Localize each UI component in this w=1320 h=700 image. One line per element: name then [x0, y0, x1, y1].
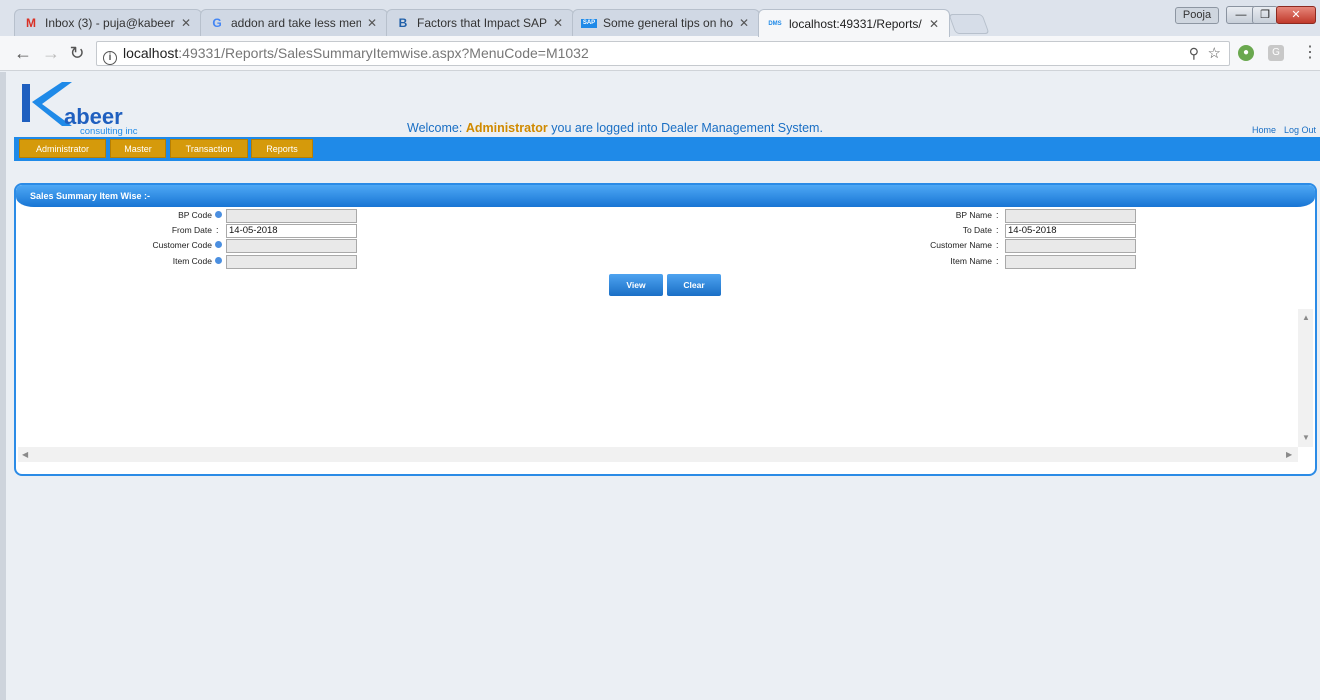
- close-icon[interactable]: ✕: [179, 16, 193, 30]
- menu-item-transaction[interactable]: Transaction: [170, 139, 248, 158]
- horizontal-scrollbar[interactable]: ◀ ▶: [18, 447, 1298, 462]
- welcome-suffix: you are logged into Dealer Management Sy…: [551, 121, 823, 135]
- close-icon[interactable]: ✕: [365, 16, 379, 30]
- view-button[interactable]: View: [609, 274, 663, 296]
- sales-summary-panel: Sales Summary Item Wise :- BP Code From …: [14, 183, 1317, 476]
- item-name-label: Item Name: [950, 256, 992, 266]
- menu-item-reports[interactable]: Reports: [251, 139, 313, 158]
- url-host: localhost: [123, 45, 179, 61]
- back-arrow-icon[interactable]: ←: [12, 42, 34, 64]
- colon: :: [216, 225, 219, 235]
- item-name-field[interactable]: [1005, 255, 1136, 269]
- tab-title: Factors that Impact SAP B: [417, 16, 547, 30]
- clear-button[interactable]: Clear: [667, 274, 721, 296]
- address-bar[interactable]: i localhost:49331/Reports/SalesSummaryIte…: [96, 41, 1230, 66]
- browser-tab-inbox[interactable]: M Inbox (3) - puja@kabeerc ✕: [14, 9, 202, 36]
- browser-tab-localhost[interactable]: DMS localhost:49331/Reports/ ✕: [758, 9, 950, 37]
- tab-title: Inbox (3) - puja@kabeerc: [45, 16, 175, 30]
- bp-name-label: BP Name: [955, 210, 992, 220]
- browser-menu-icon[interactable]: ⋮: [1302, 43, 1318, 63]
- browser-tab-blog[interactable]: B Factors that Impact SAP B ✕: [386, 9, 574, 36]
- colon: :: [996, 240, 999, 250]
- colon: :: [996, 210, 999, 220]
- customer-name-field[interactable]: [1005, 239, 1136, 253]
- menu-item-administrator[interactable]: Administrator: [19, 139, 106, 158]
- user-name: Administrator: [465, 121, 548, 135]
- profile-button[interactable]: Pooja: [1175, 7, 1219, 24]
- scroll-left-icon[interactable]: ◀: [22, 450, 28, 459]
- reload-icon[interactable]: ↻: [66, 42, 88, 64]
- browser-tab-google[interactable]: G addon ard take less mem ✕: [200, 9, 388, 36]
- colon: :: [996, 256, 999, 266]
- item-code-label: Item Code: [96, 256, 222, 266]
- close-icon[interactable]: ✕: [551, 16, 565, 30]
- close-icon[interactable]: ✕: [927, 17, 941, 31]
- tab-title: Some general tips on hov: [603, 16, 733, 30]
- main-menu: Administrator Master Transaction Reports: [14, 137, 1320, 161]
- from-date-label: From Date: [171, 225, 212, 235]
- sap-icon: SAP: [581, 18, 597, 28]
- bp-code-field[interactable]: [226, 209, 357, 223]
- to-date-label: To Date: [962, 225, 992, 235]
- welcome-prefix: Welcome:: [407, 121, 463, 135]
- browser-toolbar: ← → ↻ i localhost:49331/Reports/SalesSumm…: [0, 36, 1320, 71]
- home-link[interactable]: Home: [1252, 125, 1276, 135]
- to-date-field[interactable]: 14-05-2018: [1005, 224, 1136, 238]
- vertical-scrollbar[interactable]: ▲ ▼: [1298, 309, 1313, 447]
- info-icon[interactable]: i: [103, 51, 117, 65]
- customer-code-field[interactable]: [226, 239, 357, 253]
- bp-name-field[interactable]: [1005, 209, 1136, 223]
- scroll-up-icon[interactable]: ▲: [1302, 313, 1310, 322]
- kabeer-logo: abeer consulting inc: [22, 82, 138, 136]
- welcome-message: Welcome: Administrator you are logged in…: [407, 121, 823, 135]
- bookmark-star-icon[interactable]: ☆: [1208, 42, 1221, 65]
- grammarly-icon[interactable]: G: [1268, 45, 1284, 61]
- extension-icon[interactable]: ●: [1238, 45, 1254, 61]
- from-date-field[interactable]: 14-05-2018: [226, 224, 357, 238]
- close-window-button[interactable]: ✕: [1276, 6, 1316, 24]
- browser-tab-sap[interactable]: SAP Some general tips on hov ✕: [572, 9, 760, 36]
- browser-tabstrip: M Inbox (3) - puja@kabeerc ✕ G addon ard…: [0, 0, 1320, 37]
- zoom-icon[interactable]: ⚲: [1189, 42, 1199, 65]
- gmail-icon: M: [26, 16, 36, 30]
- panel-title: Sales Summary Item Wise :-: [16, 185, 1315, 207]
- page: abeer consulting inc Welcome: Administra…: [0, 72, 1320, 700]
- item-code-field[interactable]: [226, 255, 357, 269]
- menu-item-master[interactable]: Master: [110, 139, 166, 158]
- dms-icon: DMS: [768, 20, 782, 27]
- restore-button[interactable]: ❐: [1252, 6, 1278, 24]
- help-icon[interactable]: [215, 241, 222, 248]
- google-icon: G: [212, 16, 222, 30]
- customer-name-label: Customer Name: [930, 240, 992, 250]
- help-icon[interactable]: [215, 211, 222, 218]
- tab-title: addon ard take less mem: [231, 16, 361, 30]
- forward-arrow-icon[interactable]: →: [40, 42, 62, 64]
- colon: :: [996, 225, 999, 235]
- bp-code-label: BP Code: [96, 210, 222, 220]
- help-icon[interactable]: [215, 257, 222, 264]
- url-path: :49331/Reports/SalesSummaryItemwise.aspx…: [178, 45, 589, 61]
- logo-subtext: consulting inc: [80, 126, 138, 136]
- new-tab-button[interactable]: [948, 14, 990, 34]
- top-links: Home Log Out: [1244, 125, 1316, 135]
- tab-title: localhost:49331/Reports/: [789, 16, 922, 31]
- scroll-down-icon[interactable]: ▼: [1302, 433, 1310, 442]
- blog-icon: B: [398, 16, 408, 30]
- logout-link[interactable]: Log Out: [1284, 125, 1316, 135]
- close-icon[interactable]: ✕: [737, 16, 751, 30]
- customer-code-label: Customer Code: [96, 240, 222, 250]
- scroll-right-icon[interactable]: ▶: [1286, 450, 1292, 459]
